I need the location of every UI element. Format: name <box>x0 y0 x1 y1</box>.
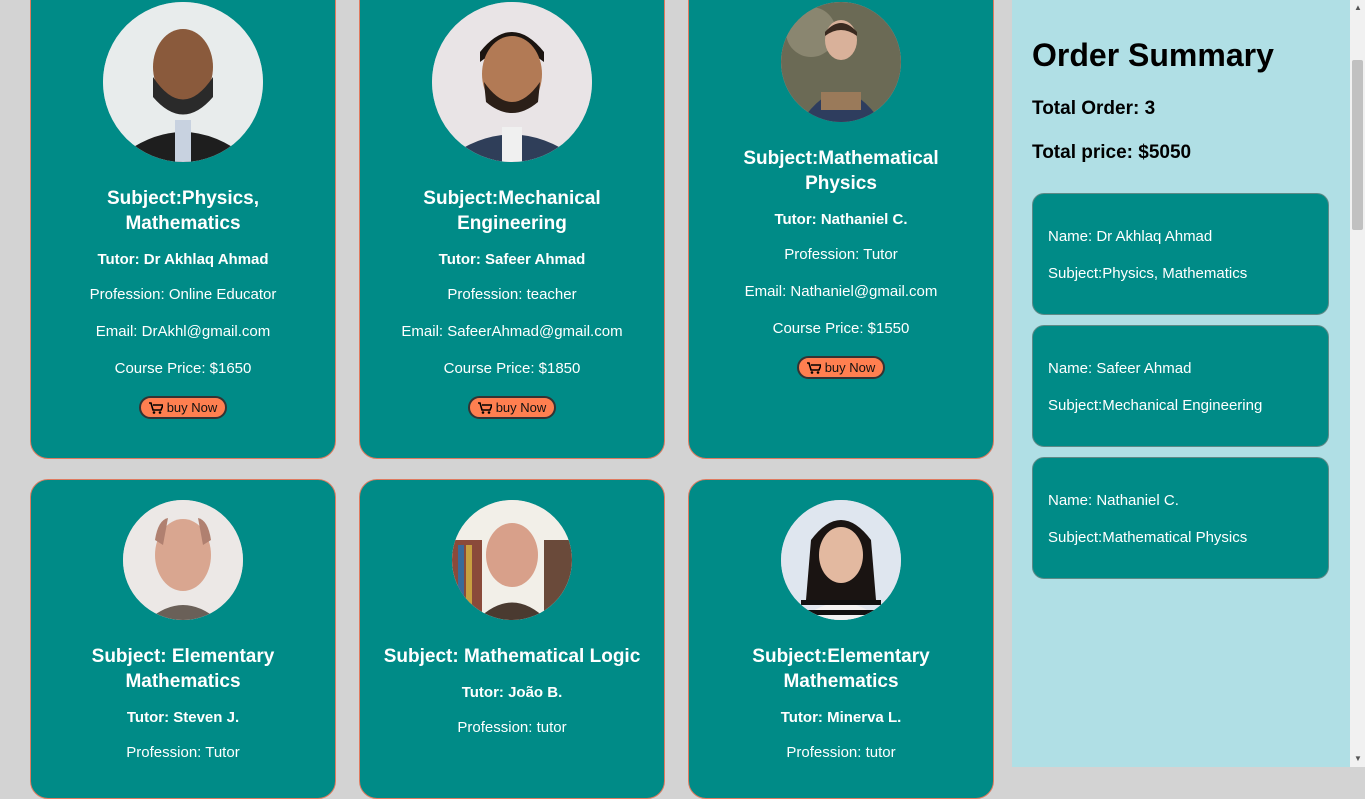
course-price: Course Price: $1550 <box>772 320 910 337</box>
tutor-name: Tutor: Dr Akhlaq Ahmad <box>97 251 269 268</box>
page-scrollbar[interactable]: ▲ ▼ <box>1350 0 1365 767</box>
tutor-photo <box>432 2 592 162</box>
profession: Profession: Online Educator <box>89 286 277 303</box>
subject-title: Subject:Elementary Mathematics <box>752 646 930 692</box>
scroll-up-arrow-icon[interactable]: ▲ <box>1354 3 1362 12</box>
tutor-photo <box>781 500 901 620</box>
order-summary-title: Order Summary <box>1032 37 1274 73</box>
cart-icon <box>477 401 492 414</box>
course-price: Course Price: $1650 <box>114 360 252 377</box>
tutor-card: Subject:Physics, Mathematics Tutor: Dr A… <box>30 0 336 459</box>
buy-now-button[interactable]: buy Now <box>138 396 228 419</box>
total-order: Total Order: 3 <box>1032 98 1156 119</box>
course-price: Course Price: $1850 <box>443 360 581 377</box>
order-name: Name: Nathaniel C. <box>1048 492 1179 509</box>
tutor-card: Subject: Elementary Mathematics Tutor: S… <box>30 479 336 799</box>
tutor-photo <box>452 500 572 620</box>
tutor-name: Tutor: Minerva L. <box>780 709 902 726</box>
buy-now-button[interactable]: buy Now <box>796 356 886 379</box>
email: Email: Nathaniel@gmail.com <box>744 283 938 300</box>
tutor-photo <box>103 2 263 162</box>
order-summary-panel: Order Summary Total Order: 3 Total price… <box>1012 0 1350 767</box>
tutor-card: Subject:Elementary Mathematics Tutor: Mi… <box>688 479 994 799</box>
order-item: Name: Safeer Ahmad Subject:Mechanical En… <box>1032 325 1329 447</box>
profession: Profession: tutor <box>786 744 896 761</box>
order-name: Name: Dr Akhlaq Ahmad <box>1048 228 1213 245</box>
order-subject: Subject:Mechanical Engineering <box>1048 397 1263 414</box>
tutor-card: Subject: Mathematical Logic Tutor: João … <box>359 479 665 799</box>
order-item: Name: Dr Akhlaq Ahmad Subject:Physics, M… <box>1032 193 1329 315</box>
tutor-photo <box>781 2 901 122</box>
total-price: Total price: $5050 <box>1032 142 1192 163</box>
subject-title: Subject:Physics, Mathematics <box>106 188 260 234</box>
order-item: Name: Nathaniel C. Subject:Mathematical … <box>1032 457 1329 579</box>
tutor-photo <box>123 500 243 620</box>
cart-icon <box>148 401 163 414</box>
order-subject: Subject:Physics, Mathematics <box>1048 265 1248 282</box>
tutor-name: Tutor: Nathaniel C. <box>774 211 908 228</box>
order-name: Name: Safeer Ahmad <box>1048 360 1192 377</box>
profession: Profession: teacher <box>447 286 577 303</box>
buy-now-label: buy Now <box>166 400 218 415</box>
tutor-card: Subject:Mechanical Engineering Tutor: Sa… <box>359 0 665 459</box>
subject-title: Subject: Mathematical Logic <box>383 646 641 667</box>
profession: Profession: tutor <box>457 719 567 736</box>
buy-now-label: buy Now <box>495 400 547 415</box>
email: Email: SafeerAhmad@gmail.com <box>401 323 623 340</box>
subject-title: Subject: Elementary Mathematics <box>91 646 275 692</box>
tutor-name: Tutor: João B. <box>461 684 563 701</box>
email: Email: DrAkhl@gmail.com <box>95 323 271 340</box>
profession: Profession: Tutor <box>784 246 898 263</box>
tutor-card: Subject:Mathematical Physics Tutor: Nath… <box>688 0 994 459</box>
buy-now-button[interactable]: buy Now <box>467 396 557 419</box>
subject-title: Subject:Mechanical Engineering <box>423 188 601 234</box>
scroll-thumb[interactable] <box>1352 60 1363 230</box>
scroll-down-arrow-icon[interactable]: ▼ <box>1354 754 1362 763</box>
order-subject: Subject:Mathematical Physics <box>1048 529 1248 546</box>
cart-icon <box>806 361 821 374</box>
subject-title: Subject:Mathematical Physics <box>743 148 939 194</box>
profession: Profession: Tutor <box>126 744 240 761</box>
tutor-name: Tutor: Safeer Ahmad <box>438 251 586 268</box>
buy-now-label: buy Now <box>824 360 876 375</box>
tutor-name: Tutor: Steven J. <box>126 709 240 726</box>
